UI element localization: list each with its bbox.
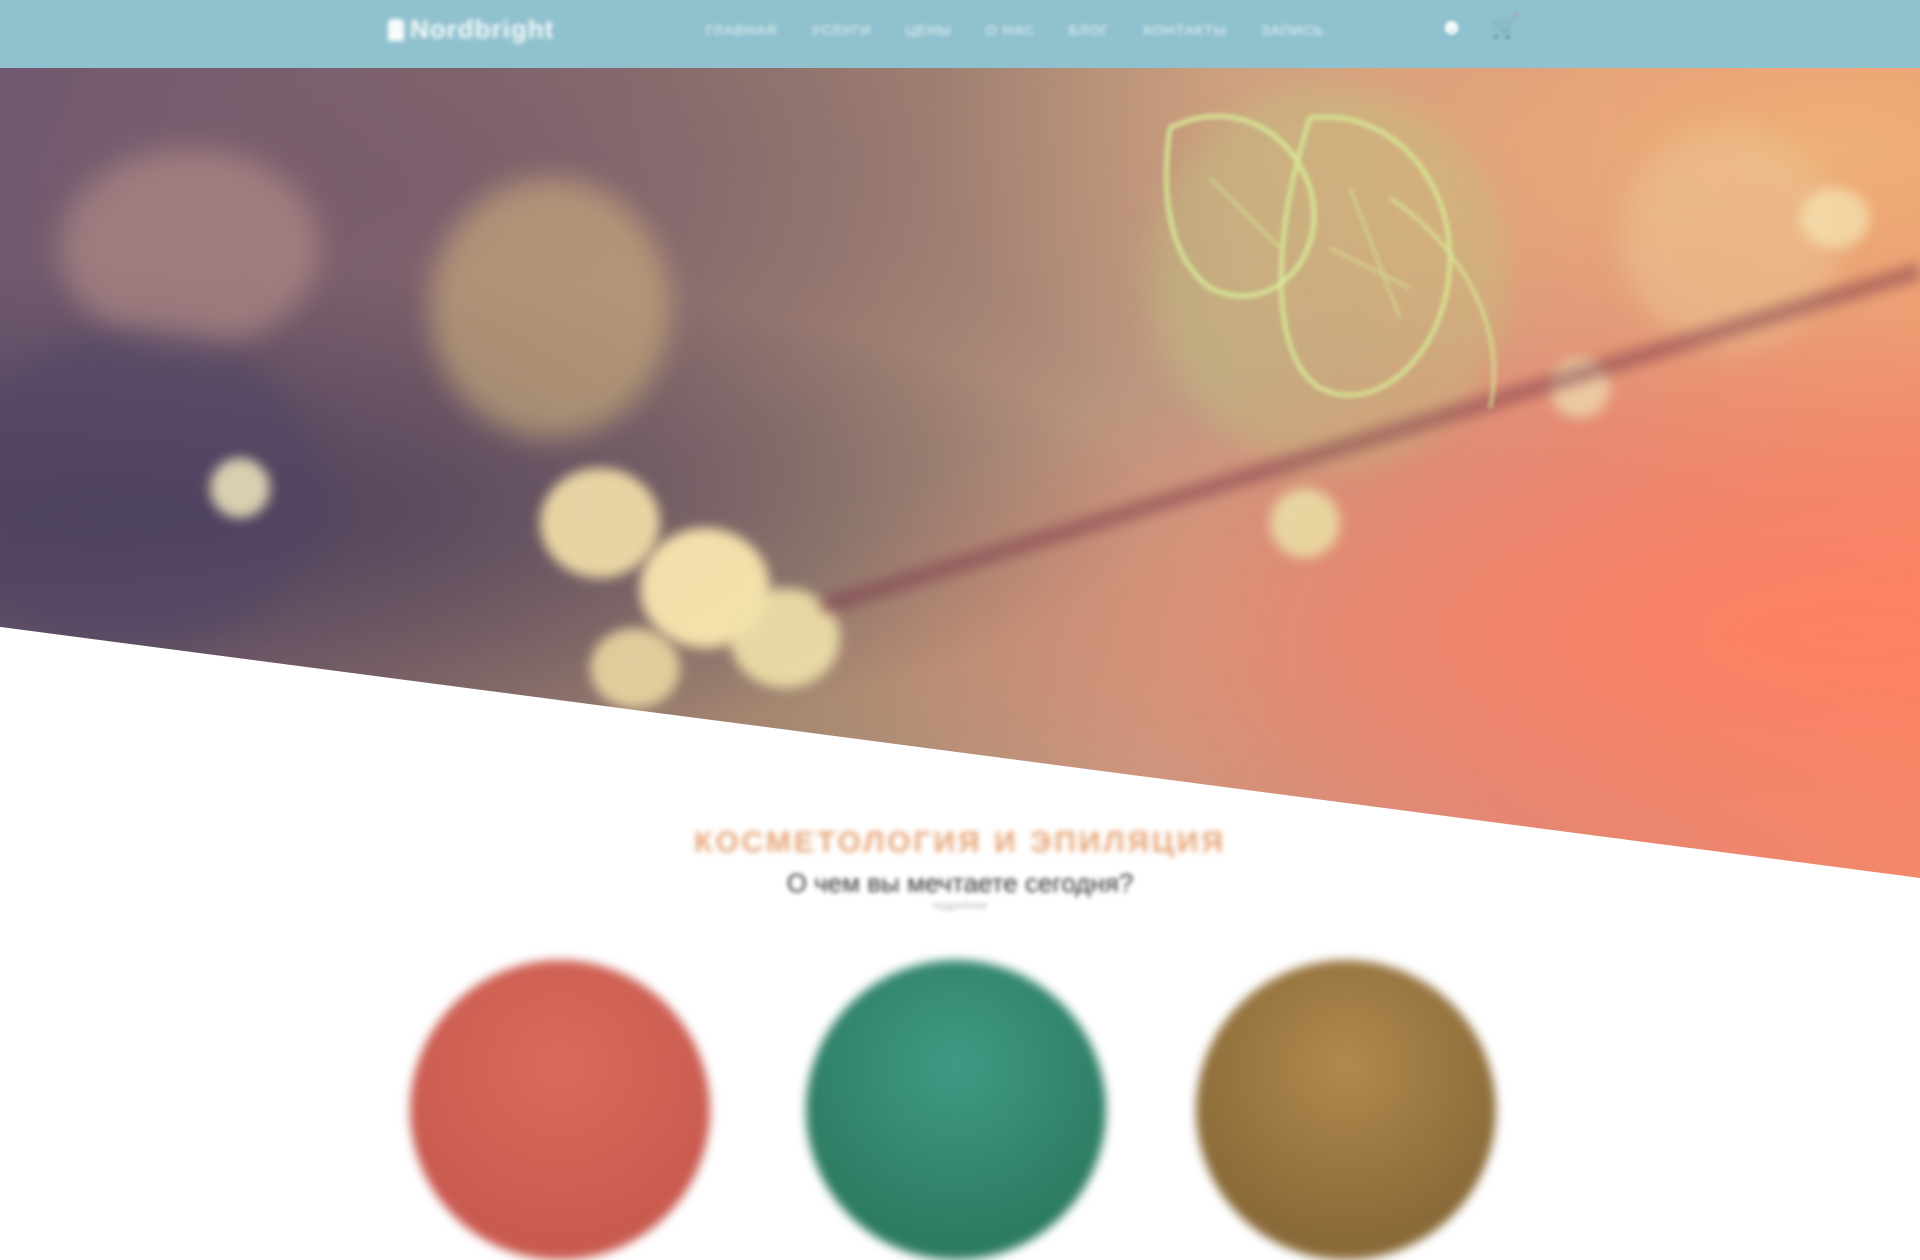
bokeh-shape <box>60 148 320 348</box>
nav-item-prices[interactable]: Цены <box>905 22 951 38</box>
hero-banner-image <box>0 68 1920 878</box>
nav-item-booking[interactable]: Запись <box>1261 22 1324 38</box>
site-logo[interactable]: Nordbright <box>388 14 554 45</box>
section-subtitle: О чем вы мечтаете сегодня? <box>786 868 1134 898</box>
nav-item-contacts[interactable]: Контакты <box>1144 22 1228 38</box>
logo-text: Nordbright <box>410 14 555 44</box>
nav-icon-group: ☻ 🛒 <box>1440 14 1519 40</box>
blossom-flower <box>1800 188 1870 248</box>
section-title: Косметология и эпиляция <box>694 826 1226 859</box>
nav-item-services[interactable]: Услуги <box>811 22 871 38</box>
service-card-image-2[interactable] <box>806 960 1106 1260</box>
nav-item-blog[interactable]: Блог <box>1069 22 1110 38</box>
bokeh-shape <box>1620 128 1840 348</box>
leaf-sketch-illustration <box>1163 113 1496 409</box>
main-menu: Главная Услуги Цены О нас Блог Контакты … <box>706 22 1324 38</box>
section-more-link[interactable]: подробнее <box>0 900 1920 912</box>
service-card-image-3[interactable] <box>1196 960 1496 1260</box>
service-card-image-1[interactable] <box>410 960 710 1260</box>
bokeh-shape <box>0 328 320 648</box>
bokeh-shape <box>430 178 670 438</box>
user-icon[interactable]: ☻ <box>1440 14 1463 40</box>
nav-item-about[interactable]: О нас <box>986 22 1035 38</box>
logo-icon <box>388 18 404 41</box>
cart-icon[interactable]: 🛒 <box>1491 14 1518 40</box>
nav-item-home[interactable]: Главная <box>706 22 777 38</box>
top-navigation-bar: Nordbright Главная Услуги Цены О нас Бло… <box>0 0 1920 68</box>
blossom-flower <box>590 628 680 708</box>
blossom-flower <box>540 468 660 578</box>
blossom-flower <box>210 458 270 518</box>
